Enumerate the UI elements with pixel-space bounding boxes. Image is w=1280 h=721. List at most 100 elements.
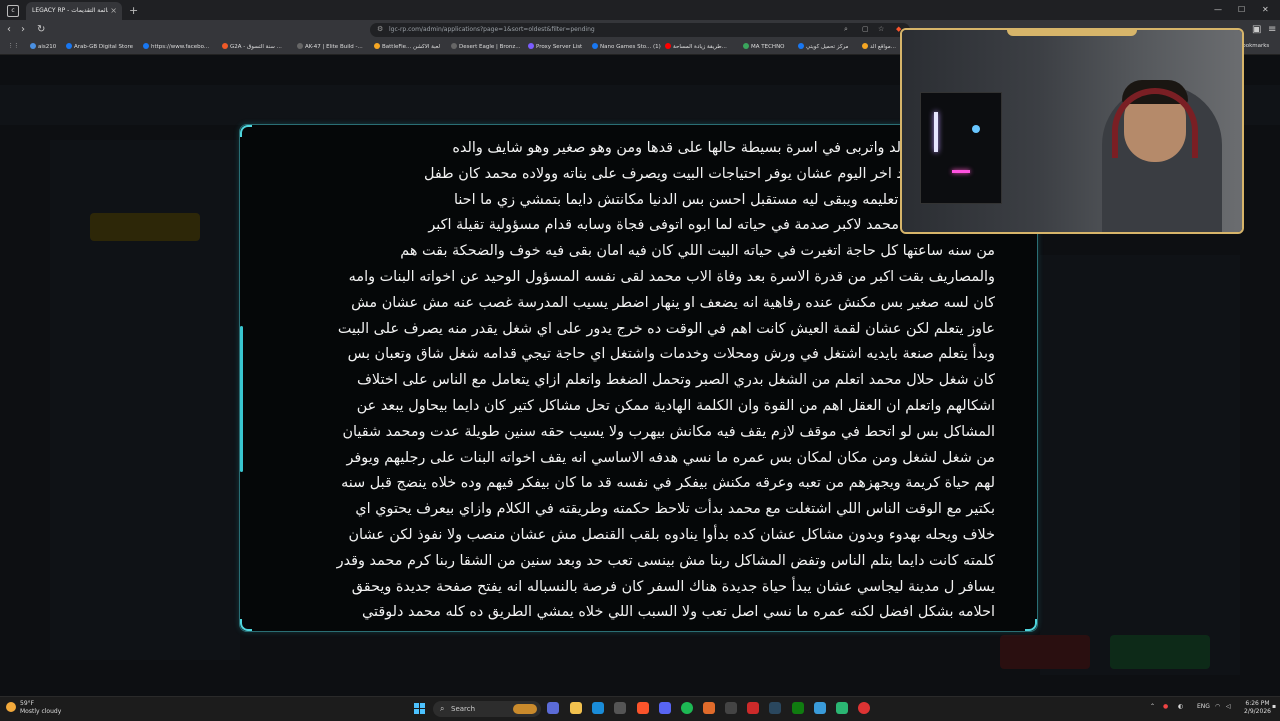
webcam-rgb-light <box>934 112 938 152</box>
bookmark-item[interactable]: https://www.facebo... <box>143 43 209 50</box>
minimize-icon[interactable]: — <box>1214 5 1222 14</box>
bookmark-label: مركز تحميل كويتي <box>806 44 849 50</box>
windows-taskbar: 59°F Mostly cloudy ⌕ Search ⌃ ● ◐ ENG ◠ ◁… <box>0 696 1280 721</box>
notification-icon[interactable]: ▪ <box>1272 703 1276 710</box>
bookmark-star-icon[interactable]: ☆ <box>878 25 884 33</box>
bookmark-item[interactable]: MA TECHNO <box>743 43 785 50</box>
story-line: كان شغل حلال محمد اتعلم من الشغل بدري ال… <box>357 372 995 389</box>
bookmark-item[interactable]: طريقة زيادة المساحة... <box>665 43 727 50</box>
language-indicator[interactable]: ENG <box>1197 703 1210 710</box>
apps-icon[interactable]: ⋮⋮ <box>8 43 19 49</box>
system-clock[interactable]: 6:26 PM 2/9/2026 <box>1244 700 1271 716</box>
app-icon[interactable] <box>814 702 826 714</box>
taskbar-search[interactable]: ⌕ Search <box>433 701 541 717</box>
story-line: خلاف ويحله بهدوء وبدون مشاكل عشان كده بد… <box>348 526 995 543</box>
story-line: اشكالهم واتعلم ان العقل اهم من القوة وان… <box>356 397 995 414</box>
sidebar-toggle-icon[interactable]: ▣ <box>1252 24 1261 35</box>
close-icon[interactable]: × <box>110 6 117 15</box>
browser-tab-active[interactable]: LEGACY RP - قائمة التقديمات × <box>26 2 122 20</box>
bookmark-item[interactable]: مركز تحميل كويتي <box>798 43 848 50</box>
maximize-icon[interactable]: ☐ <box>1238 5 1245 14</box>
start-icon[interactable] <box>414 703 426 715</box>
story-line: كلمته كانت دايما بتلم الناس وتفض المشاكل… <box>336 552 995 569</box>
bookmark-item[interactable]: Arab-GB Digital Store <box>66 43 133 50</box>
story-line: ن صغير اتعرض محمد لاكبر صدمة في حياته لم… <box>428 217 995 234</box>
tray-app-icon[interactable]: ◐ <box>1178 703 1183 710</box>
store-icon[interactable] <box>614 702 626 714</box>
bookmark-item[interactable]: ais210 <box>30 43 56 50</box>
webcam-rgb-light <box>952 170 970 173</box>
story-line: ل من الصبح لحد اخر اليوم عشان يوفر احتيا… <box>423 165 995 182</box>
modal-scroll-indicator[interactable] <box>240 326 243 472</box>
clock-date: 2/9/2026 <box>1244 708 1271 715</box>
bookmark-favicon-icon <box>528 43 534 49</box>
bookmark-favicon-icon <box>665 43 671 49</box>
bookmark-item[interactable]: Proxy Server List <box>528 43 582 50</box>
webcam-rgb-light <box>972 125 980 133</box>
bookmark-favicon-icon <box>374 43 380 49</box>
new-tab-button[interactable]: + <box>129 4 138 17</box>
story-line: عاوز يتعلم لكن عشان لقمة العيش كانت اهم … <box>337 320 995 337</box>
bookmark-label: Proxy Server List <box>536 44 583 50</box>
window-close-icon[interactable]: ✕ <box>1262 5 1269 14</box>
discord-icon[interactable] <box>659 702 671 714</box>
spotify-icon[interactable] <box>681 702 693 714</box>
app-icon[interactable] <box>836 702 848 714</box>
bookmark-item[interactable]: Nano Games Sto... (1) <box>592 43 661 50</box>
story-line: من سنه ساعتها كل حاجة اتغيرت في حياته ال… <box>400 243 995 260</box>
search-highlight-icon <box>513 704 537 714</box>
reload-icon[interactable]: ↻ <box>37 24 45 35</box>
story-line: وبدأ يتعلم صنعة بايديه اشتغل في ورش ومحل… <box>347 346 995 363</box>
bookmark-label: Nano Games Sto... (1) <box>600 44 661 50</box>
steam-icon[interactable] <box>769 702 781 714</box>
install-icon[interactable]: ▢ <box>862 25 869 33</box>
app-icon[interactable] <box>858 702 870 714</box>
story-line: سة بيحلم يكمل تعليمه ويبقى ليه مستقبل اح… <box>453 191 995 208</box>
weather-text: 59°F Mostly cloudy <box>20 700 61 716</box>
accept-button-background <box>1110 635 1210 669</box>
background-highlight-button <box>90 213 200 241</box>
site-info-icon[interactable]: ⚙ <box>377 25 383 33</box>
bookmark-favicon-icon <box>862 43 868 49</box>
bookmark-item[interactable]: AK-47 | Elite Build -... <box>297 43 363 50</box>
bookmark-item[interactable]: Desert Eagle | Bronz... <box>451 43 521 50</box>
story-line: كان لسه صغير بس مكنش عنده رفاهية انه يضع… <box>351 294 995 311</box>
story-line: يسافر ل مدينة ليجاسي عشان يبدأ حياة جديد… <box>351 578 995 595</box>
wifi-icon[interactable]: ◠ <box>1215 703 1220 710</box>
file-explorer-icon[interactable] <box>570 702 582 714</box>
browser-tab-bar: c LEGACY RP - قائمة التقديمات × + — ☐ ✕ <box>0 0 1280 20</box>
tray-overflow-icon[interactable]: ⌃ <box>1150 703 1155 710</box>
volume-icon[interactable]: ◁ <box>1226 703 1231 710</box>
search-label: Search <box>451 705 476 713</box>
weather-desc: Mostly cloudy <box>20 708 62 715</box>
edge-icon[interactable] <box>592 702 604 714</box>
bookmark-item[interactable]: G2A - سنة التسوق ... <box>222 43 282 50</box>
modal-corner <box>1025 619 1037 631</box>
background-card-right <box>1040 255 1240 675</box>
bookmark-item[interactable]: مواقع الد... <box>862 43 896 50</box>
tray-app-icon[interactable]: ● <box>1163 703 1168 710</box>
xbox-icon[interactable] <box>792 702 804 714</box>
bookmark-favicon-icon <box>222 43 228 49</box>
character-story-text: شاب مصري اتولد واتربى في اسرة بسيطة حاله… <box>284 136 995 626</box>
app-icon[interactable] <box>725 702 737 714</box>
forward-icon[interactable]: › <box>21 24 25 35</box>
story-line: احلامه بشكل افضل لكنه عمره ما نسي اصل تع… <box>362 604 995 621</box>
webcam-frame-decoration <box>1007 30 1137 36</box>
task-view-icon[interactable] <box>547 702 559 714</box>
brave-icon[interactable] <box>637 702 649 714</box>
bookmark-favicon-icon <box>30 43 36 49</box>
bookmark-favicon-icon <box>143 43 149 49</box>
menu-icon[interactable]: ≡ <box>1268 24 1276 35</box>
bookmark-item[interactable]: BattleFie... لعبة الاكشن <box>374 43 440 50</box>
browser-app-icon[interactable]: c <box>7 5 19 17</box>
story-line: لهم حياة كريمة ويجهزهم من تعبه وعرقه مكن… <box>341 475 995 492</box>
app-icon[interactable] <box>747 702 759 714</box>
bookmark-label: AK-47 | Elite Build -... <box>305 44 363 50</box>
address-bar[interactable]: ⚙ lgc-rp.com/admin/applications?page=1&s… <box>370 23 910 37</box>
app-icon[interactable] <box>703 702 715 714</box>
zoom-icon[interactable]: ⌕ <box>844 25 848 34</box>
back-icon[interactable]: ‹ <box>7 24 11 35</box>
reject-button-background <box>1000 635 1090 669</box>
story-line: من شغل لشغل ومن مكان لمكان بس عمره ما نس… <box>346 449 995 466</box>
